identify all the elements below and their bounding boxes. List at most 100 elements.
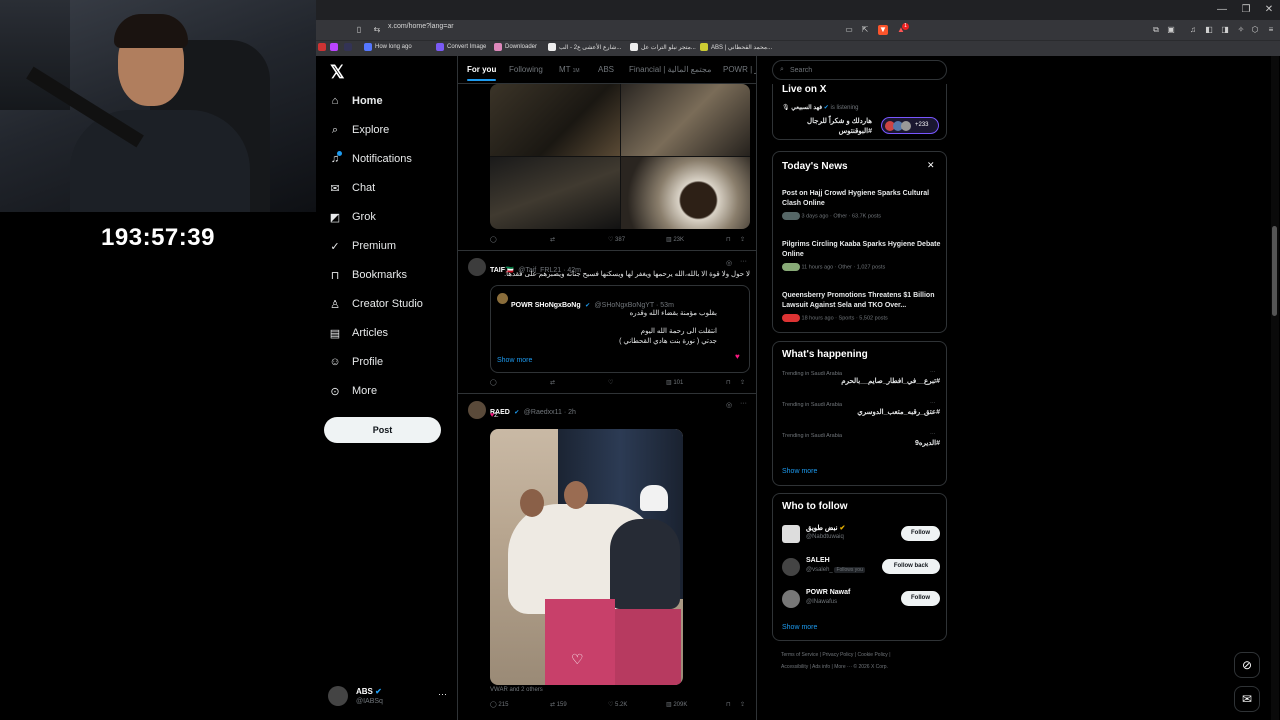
more-dots-icon[interactable]: ··· xyxy=(930,400,936,406)
downloads-icon[interactable]: ◨ xyxy=(1220,25,1230,35)
restore-icon[interactable]: ❐ xyxy=(1238,2,1254,18)
show-more-link[interactable]: Show more xyxy=(782,468,817,475)
nav-grok[interactable]: ◩ Grok xyxy=(328,206,376,228)
leo-icon[interactable]: ✧ xyxy=(1236,25,1246,35)
minimize-icon[interactable]: — xyxy=(1214,2,1230,18)
footer-ads-info[interactable]: Ads info xyxy=(812,664,830,670)
repost-button[interactable]: ⇄ 159 xyxy=(550,701,567,708)
tab-abs[interactable]: ABS xyxy=(598,65,614,74)
news-item[interactable]: Post on Hajj Crowd Hygiene Sparks Cultur… xyxy=(782,189,942,220)
follow-suggestion[interactable]: نبض طويق ✔ @Nabdtuwaiq Follow xyxy=(782,524,942,546)
repost-icon[interactable]: ⇄ xyxy=(550,379,555,386)
footer-more[interactable]: More ··· xyxy=(834,664,852,670)
sidebar-toggle-icon[interactable]: ◧ xyxy=(1204,25,1214,35)
more-dots-icon[interactable]: ··· xyxy=(740,400,747,407)
reply-button[interactable]: ◯ 215 xyxy=(490,701,508,708)
bookmark-icon[interactable]: ⊓ xyxy=(726,701,731,708)
footer-terms[interactable]: Terms of Service xyxy=(781,652,818,658)
bookmark-icon[interactable]: ⊓ xyxy=(726,236,731,243)
more-dots-icon[interactable]: ··· xyxy=(438,689,447,699)
news-item[interactable]: Pilgrims Circling Kaaba Sparks Hygiene D… xyxy=(782,240,942,271)
footer-cookie[interactable]: Cookie Policy xyxy=(858,652,888,658)
bookmark-street[interactable]: شارع الأعشى ع2 - الب... xyxy=(548,43,621,51)
views-count[interactable]: ▥ 101 xyxy=(666,379,683,386)
bookmark-convert-image[interactable]: Convert Image xyxy=(436,43,486,51)
nav-creator-studio[interactable]: ♙ Creator Studio xyxy=(328,293,423,315)
tweet-photo[interactable]: ♡ xyxy=(490,429,683,685)
like-icon[interactable]: ♡ xyxy=(608,379,613,386)
music-icon[interactable]: ♫ xyxy=(1188,25,1198,35)
scrollbar[interactable] xyxy=(1271,56,1279,720)
avatar[interactable] xyxy=(468,401,486,419)
account-switcher[interactable]: ABS ✔ @IABSq ··· xyxy=(328,686,453,708)
site-info-icon[interactable]: ⇆ xyxy=(372,25,382,35)
listeners-pill[interactable]: +233 xyxy=(881,117,939,134)
nav-articles[interactable]: ▤ Articles xyxy=(328,322,388,344)
more-dots-icon[interactable]: ··· xyxy=(740,258,747,265)
nav-premium[interactable]: ✓ Premium xyxy=(328,235,396,257)
repost-icon[interactable]: ⇄ xyxy=(550,236,555,243)
reply-icon[interactable]: ◯ xyxy=(490,236,497,243)
follow-button[interactable]: Follow xyxy=(901,526,940,541)
nav-more[interactable]: ⊙ More xyxy=(328,380,377,402)
views-count[interactable]: ▥ 209K xyxy=(666,701,687,708)
grok-icon[interactable]: ◎ xyxy=(726,259,732,267)
footer-accessibility[interactable]: Accessibility xyxy=(781,664,808,670)
vpn-icon[interactable]: ⬡ xyxy=(1250,25,1260,35)
nav-explore[interactable]: ⌕ Explore xyxy=(328,119,389,141)
follow-suggestion[interactable]: POWR Nawaf @INawafus Follow xyxy=(782,589,942,611)
more-dots-icon[interactable]: ··· xyxy=(930,369,936,375)
news-item[interactable]: Queensberry Promotions Threatens $1 Bill… xyxy=(782,291,942,322)
search-input[interactable]: ⌕ Search xyxy=(772,60,947,80)
nav-home[interactable]: ⌂ Home xyxy=(328,90,383,112)
trend-item[interactable]: Trending in Saudi Arabia #عتق_رقبه_متعب_… xyxy=(782,402,940,416)
tab-mt[interactable]: MT 1M xyxy=(559,65,580,74)
grok-fab-icon[interactable]: ⊘ xyxy=(1234,652,1260,678)
brave-shield-icon[interactable]: ▼ xyxy=(878,25,888,35)
bookmark-page-icon[interactable]: ▯ xyxy=(354,25,364,35)
close-window-icon[interactable]: ✕ xyxy=(1261,2,1277,18)
bookmark-downloader[interactable]: Downloader xyxy=(494,43,537,51)
messages-fab-icon[interactable]: ✉ xyxy=(1234,686,1260,712)
reply-icon[interactable]: ◯ xyxy=(490,379,497,386)
bookmark-store[interactable]: متجر نبلو الترات عل... xyxy=(630,43,696,51)
grok-icon[interactable]: ◎ xyxy=(726,401,732,409)
bookmark-abs[interactable]: ABS | محمد القحطاني... xyxy=(700,43,772,51)
like-button[interactable]: ♡ 387 xyxy=(608,236,625,243)
trend-item[interactable]: Trending in Saudi Arabia #الديره9 xyxy=(782,433,940,447)
x-logo[interactable]: 𝕏 xyxy=(330,62,345,83)
like-button[interactable]: ♡ 5.2K xyxy=(608,701,627,708)
show-more-link[interactable]: Show more xyxy=(782,624,817,631)
follow-button[interactable]: Follow xyxy=(901,591,940,606)
scrollbar-thumb[interactable] xyxy=(1272,226,1277,316)
nav-profile[interactable]: ☺ Profile xyxy=(328,351,383,373)
bookmark-icon[interactable]: ⊓ xyxy=(726,379,731,386)
share-icon[interactable]: ⇱ xyxy=(860,25,870,35)
tab-for-you[interactable]: For you xyxy=(467,65,497,81)
views-count[interactable]: ▥ 23K xyxy=(666,236,684,243)
url-text[interactable]: x.com/home?lang=ar xyxy=(388,23,454,30)
screen-cast-icon[interactable]: ▭ xyxy=(844,25,854,35)
share-icon[interactable]: ⇪ xyxy=(740,379,745,386)
tab-financial[interactable]: Financial | مجتمع المالية xyxy=(629,65,711,74)
share-icon[interactable]: ⇪ xyxy=(740,236,745,243)
menu-icon[interactable]: ≡ xyxy=(1266,25,1276,35)
avatar[interactable] xyxy=(468,258,486,276)
nav-chat[interactable]: ✉ Chat xyxy=(328,177,375,199)
tweet-media-grid[interactable] xyxy=(490,84,750,229)
more-dots-icon[interactable]: ··· xyxy=(930,431,936,437)
bookmark-favicon[interactable] xyxy=(344,43,352,51)
nav-bookmarks[interactable]: ⊓ Bookmarks xyxy=(328,264,407,286)
photo-tagged-users[interactable]: VWAR and 2 others xyxy=(490,687,543,693)
follow-suggestion[interactable]: SALEH @vsaleh_ Follows you Follow back xyxy=(782,557,942,579)
share-icon[interactable]: ⇪ xyxy=(740,701,745,708)
show-more-link[interactable]: Show more xyxy=(497,357,532,364)
follow-back-button[interactable]: Follow back xyxy=(882,559,940,574)
bookmark-how-long-ago[interactable]: How long ago xyxy=(364,43,412,51)
footer-privacy[interactable]: Privacy Policy xyxy=(822,652,853,658)
wallet-icon[interactable]: ▣ xyxy=(1166,25,1176,35)
close-icon[interactable]: ✕ xyxy=(927,160,935,171)
extensions-icon[interactable]: ⧉ xyxy=(1151,25,1161,35)
post-button[interactable]: Post xyxy=(324,417,441,443)
bookmark-favicon[interactable] xyxy=(318,43,326,51)
